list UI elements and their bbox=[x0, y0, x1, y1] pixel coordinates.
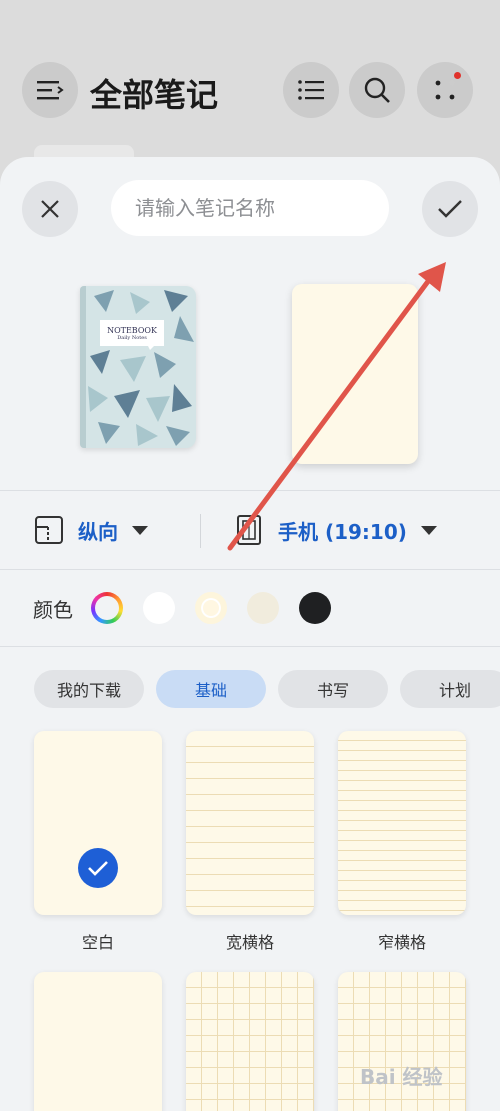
color-swatch-beige[interactable] bbox=[247, 592, 279, 624]
size-label: 手机 (19:10) bbox=[278, 519, 407, 544]
menu-icon bbox=[37, 81, 64, 100]
cover-triangle-pattern bbox=[80, 286, 194, 448]
template-blank-2[interactable] bbox=[34, 972, 162, 1111]
tab-my-downloads[interactable]: 我的下载 bbox=[34, 670, 144, 708]
close-icon bbox=[41, 200, 59, 218]
color-swatch-white[interactable] bbox=[143, 592, 175, 624]
chevron-down-icon bbox=[420, 525, 437, 535]
color-label: 颜色 bbox=[33, 597, 73, 622]
notebook-cover[interactable]: NOTEBOOK Daily Notes bbox=[80, 286, 196, 448]
color-swatch-black[interactable] bbox=[299, 592, 331, 624]
vertical-separator bbox=[200, 514, 201, 548]
selected-check-icon bbox=[78, 848, 118, 888]
page-title: 全部笔记 bbox=[90, 76, 219, 114]
tab-basic[interactable]: 基础 bbox=[156, 670, 266, 708]
page-setup-row: 纵向 手机 (19:10) bbox=[0, 490, 500, 570]
watermark-text: Bai 经验 bbox=[360, 1064, 443, 1089]
background-header: 全部笔记 bbox=[0, 0, 500, 185]
menu-button[interactable] bbox=[22, 62, 78, 118]
template-label: 窄横格 bbox=[377, 933, 426, 952]
search-button[interactable] bbox=[349, 62, 405, 118]
template-narrow-ruled[interactable] bbox=[338, 731, 466, 915]
template-label: 宽横格 bbox=[225, 933, 274, 952]
note-name-input[interactable] bbox=[111, 180, 389, 236]
phone-size-icon bbox=[237, 515, 261, 545]
page-orientation-icon bbox=[35, 516, 63, 544]
notification-dot bbox=[454, 72, 461, 79]
search-icon bbox=[364, 77, 390, 103]
tab-planning[interactable]: 计划 bbox=[400, 670, 500, 708]
template-grid[interactable] bbox=[186, 972, 314, 1111]
color-swatch-cream-selected[interactable] bbox=[195, 592, 227, 624]
watermark: Bai 经验 bbox=[360, 1055, 490, 1095]
confirm-button[interactable] bbox=[422, 181, 478, 237]
orientation-label: 纵向 bbox=[78, 519, 118, 544]
more-icon bbox=[435, 80, 455, 100]
template-tabs: 我的下载 基础 书写 计划 bbox=[34, 670, 500, 708]
paper-preview[interactable] bbox=[292, 284, 418, 464]
template-label: 空白 bbox=[81, 933, 114, 952]
check-icon bbox=[438, 200, 462, 218]
close-button[interactable] bbox=[22, 181, 78, 237]
chevron-down-icon bbox=[132, 525, 148, 535]
divider bbox=[0, 646, 500, 647]
template-wide-ruled[interactable] bbox=[186, 731, 314, 915]
more-button[interactable] bbox=[417, 62, 473, 118]
list-view-button[interactable] bbox=[283, 62, 339, 118]
tab-writing[interactable]: 书写 bbox=[278, 670, 388, 708]
orientation-selector[interactable]: 纵向 bbox=[34, 490, 148, 570]
size-selector[interactable]: 手机 (19:10) bbox=[234, 490, 437, 570]
custom-color-wheel[interactable] bbox=[91, 592, 123, 624]
template-blank[interactable] bbox=[34, 731, 162, 915]
list-icon bbox=[298, 80, 324, 100]
new-note-sheet: NOTEBOOK Daily Notes 纵向 手机 (19:10) bbox=[0, 157, 500, 1111]
cover-title-label: NOTEBOOK Daily Notes bbox=[100, 320, 164, 346]
color-row: 颜色 bbox=[0, 570, 500, 646]
cover-subtitle: Daily Notes bbox=[117, 334, 147, 341]
cover-title: NOTEBOOK bbox=[107, 325, 157, 335]
